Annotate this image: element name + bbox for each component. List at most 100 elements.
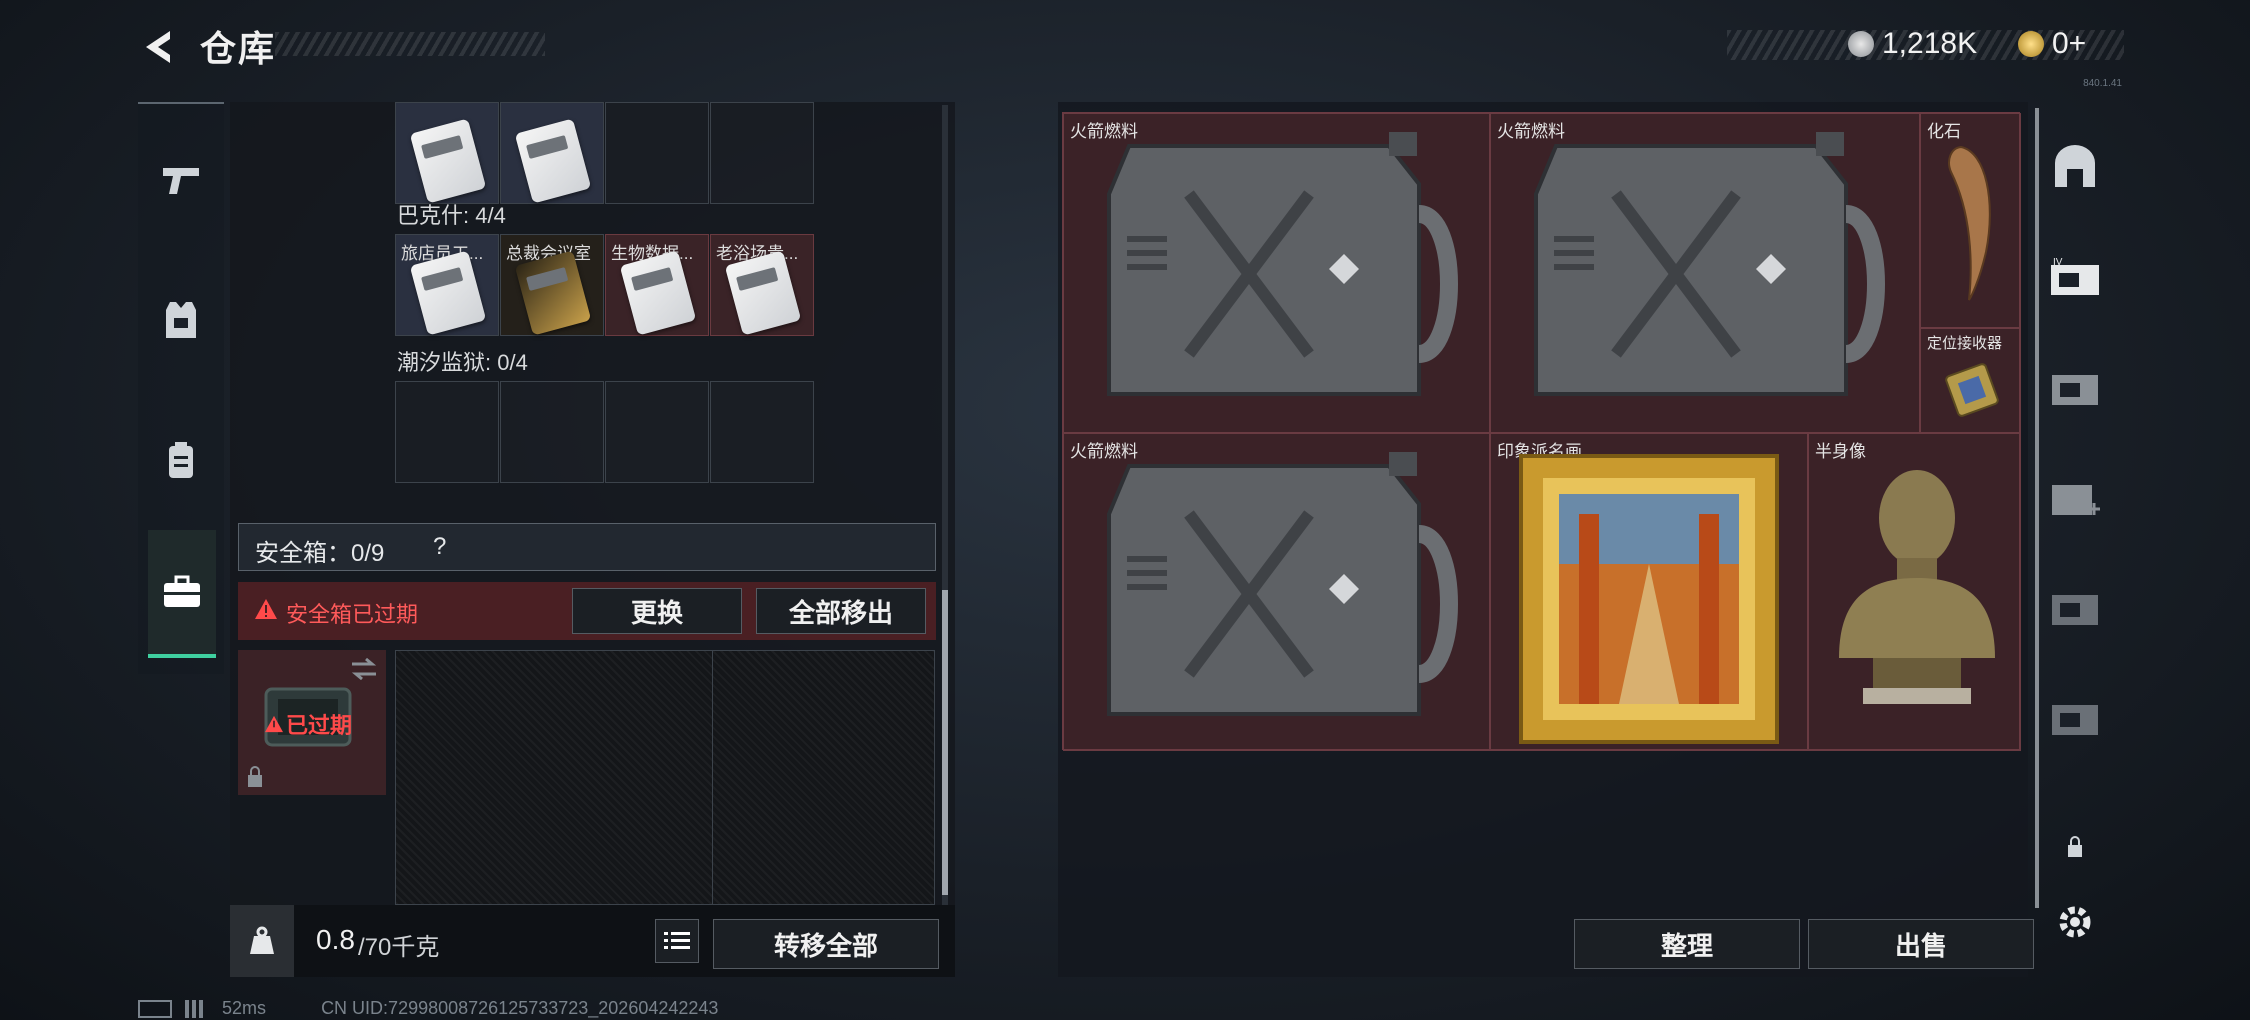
swap-icon[interactable] [350,658,378,680]
briefcase-icon [164,575,200,607]
weight-value: 0.8 [316,924,355,955]
safebox-capacity: 安全箱：0/9 [255,540,385,567]
left-bottom-bar: 0.8 /70千克 转移全部 [230,905,955,977]
warehouse-add-icon [2052,485,2100,515]
right-storage-rail: IV [2035,102,2115,977]
item-label: 化石 [1927,122,1961,141]
rail-armor[interactable] [138,255,224,385]
gun-icon [163,168,199,194]
set-slot[interactable] [500,102,604,204]
weight-max: /70千克 [358,934,440,961]
warehouse-icon: IV [2051,257,2099,295]
item-rocket-fuel[interactable]: 火箭燃料 [1490,113,1920,433]
set-slot[interactable]: 总裁会议室 [500,234,604,336]
gear-icon [2059,906,2091,938]
set-slot[interactable]: 生物数据... [605,234,709,336]
lock-icon [248,766,262,787]
set-slot[interactable]: 老浴场贵... [710,234,814,336]
safebox-expired-slot[interactable]: 已过期 [238,650,386,795]
jerrycan-icon [1107,132,1458,396]
set-slot-empty[interactable] [395,381,499,483]
backpack-icon [169,442,193,478]
status-footer: 52ms CN UID:72998008726125733723_2026042… [138,998,718,1019]
rail-weapons[interactable] [138,115,224,245]
bust-statue-icon [1839,470,1995,704]
battery-icon [138,1000,172,1019]
gold-coin-icon [2018,31,2044,57]
storage-grid[interactable]: 火箭燃料 火箭燃料 化石 定位接收器 火箭燃料 印象派名画 半身像 [1062,112,2021,751]
rail-backpack[interactable] [138,395,224,525]
back-arrow-icon [146,31,170,63]
currency-main-value: 1,218K [1882,27,1978,60]
help-icon[interactable]: ? [433,533,446,561]
item-impressionist-painting[interactable]: 印象派名画 [1490,433,1808,751]
keycard-icon [514,118,592,204]
currency-premium[interactable]: 0+ [2018,27,2086,61]
silver-coin-icon [1848,31,1874,57]
expired-tag-text: 已过期 [286,713,353,738]
move-all-out-button[interactable]: 全部移出 [756,588,926,634]
item-locator-receiver[interactable]: 定位接收器 [1920,328,2021,433]
warehouse-icon [2052,705,2098,735]
expired-tag: 已过期 [264,708,352,740]
item-rocket-fuel[interactable]: 火箭燃料 [1063,113,1490,433]
warehouse-icon [2052,375,2098,405]
set-slot-empty[interactable] [605,102,709,204]
item-rocket-fuel[interactable]: 火箭燃料 [1063,433,1490,751]
vest-icon [166,302,196,338]
item-label: 定位接收器 [1927,335,2003,352]
currency-main[interactable]: 1,218K [1848,27,1977,61]
uid-text: CN UID:72998008726125733723_202604242243 [321,998,719,1018]
set-slot[interactable]: 旅店员工... [395,234,499,336]
claw-fossil-icon [1948,145,1991,301]
warning-icon [254,598,278,625]
set-slot-empty[interactable] [500,381,604,483]
sort-button[interactable]: 整理 [1574,919,1800,969]
set-bakshi-label: 巴克什: 4/4 [397,203,506,228]
rail-safebox[interactable] [148,530,216,658]
item-bust[interactable]: 半身像 [1808,433,2021,751]
set-slot[interactable] [395,102,499,204]
signal-icon [185,1000,210,1019]
header: 仓库 1,218K 0+ 840.1.41 [0,0,2250,90]
storage-tab-add[interactable] [2035,442,2115,552]
sell-button[interactable]: 出售 [1808,919,2034,969]
set-slot-empty[interactable] [605,381,709,483]
weight-icon [250,926,274,954]
svg-text:IV: IV [2053,257,2063,268]
storage-tab-6[interactable] [2035,662,2115,772]
safebox-expired-alert: 安全箱已过期 更换 全部移出 [238,582,936,640]
replace-button[interactable]: 更换 [572,588,742,634]
storage-tab-2[interactable]: IV [2035,222,2115,332]
transfer-all-button[interactable]: 转移全部 [713,919,939,969]
receiver-device-icon [1945,363,1999,417]
title-stripe-decoration [275,32,545,56]
currency-premium-value: 0+ [2052,27,2087,60]
alert-text: 安全箱已过期 [286,602,419,627]
back-button[interactable] [135,22,185,72]
version-label: 840.1.41 [2083,78,2122,89]
set-slot-empty[interactable] [710,381,814,483]
storage-tab-3[interactable] [2035,332,2115,442]
keycard-icon [409,118,487,204]
page-title: 仓库 [200,28,277,69]
warning-icon [265,715,283,733]
arch-icon [2055,145,2095,187]
list-icon [664,932,690,949]
settings-button[interactable] [2035,867,2115,977]
storage-tab-5[interactable] [2035,552,2115,662]
left-scrollbar-thumb[interactable] [942,590,948,895]
lock-icon [2068,836,2082,857]
safebox-header[interactable]: 安全箱：0/9 ? [238,523,936,571]
ping-value: 52ms [222,998,267,1018]
safebox-grid[interactable] [395,650,935,905]
set-slot-empty[interactable] [710,102,814,204]
jerrycan-icon [1107,452,1458,716]
framed-painting-icon [1519,454,1779,744]
list-view-button[interactable] [655,919,699,963]
set-tide-prison-label: 潮汐监狱: 0/4 [397,350,528,375]
jerrycan-icon [1534,132,1885,396]
item-fossil[interactable]: 化石 [1920,113,2021,328]
weight-lock-button[interactable] [230,905,294,977]
storage-tab-1[interactable] [2035,112,2115,222]
